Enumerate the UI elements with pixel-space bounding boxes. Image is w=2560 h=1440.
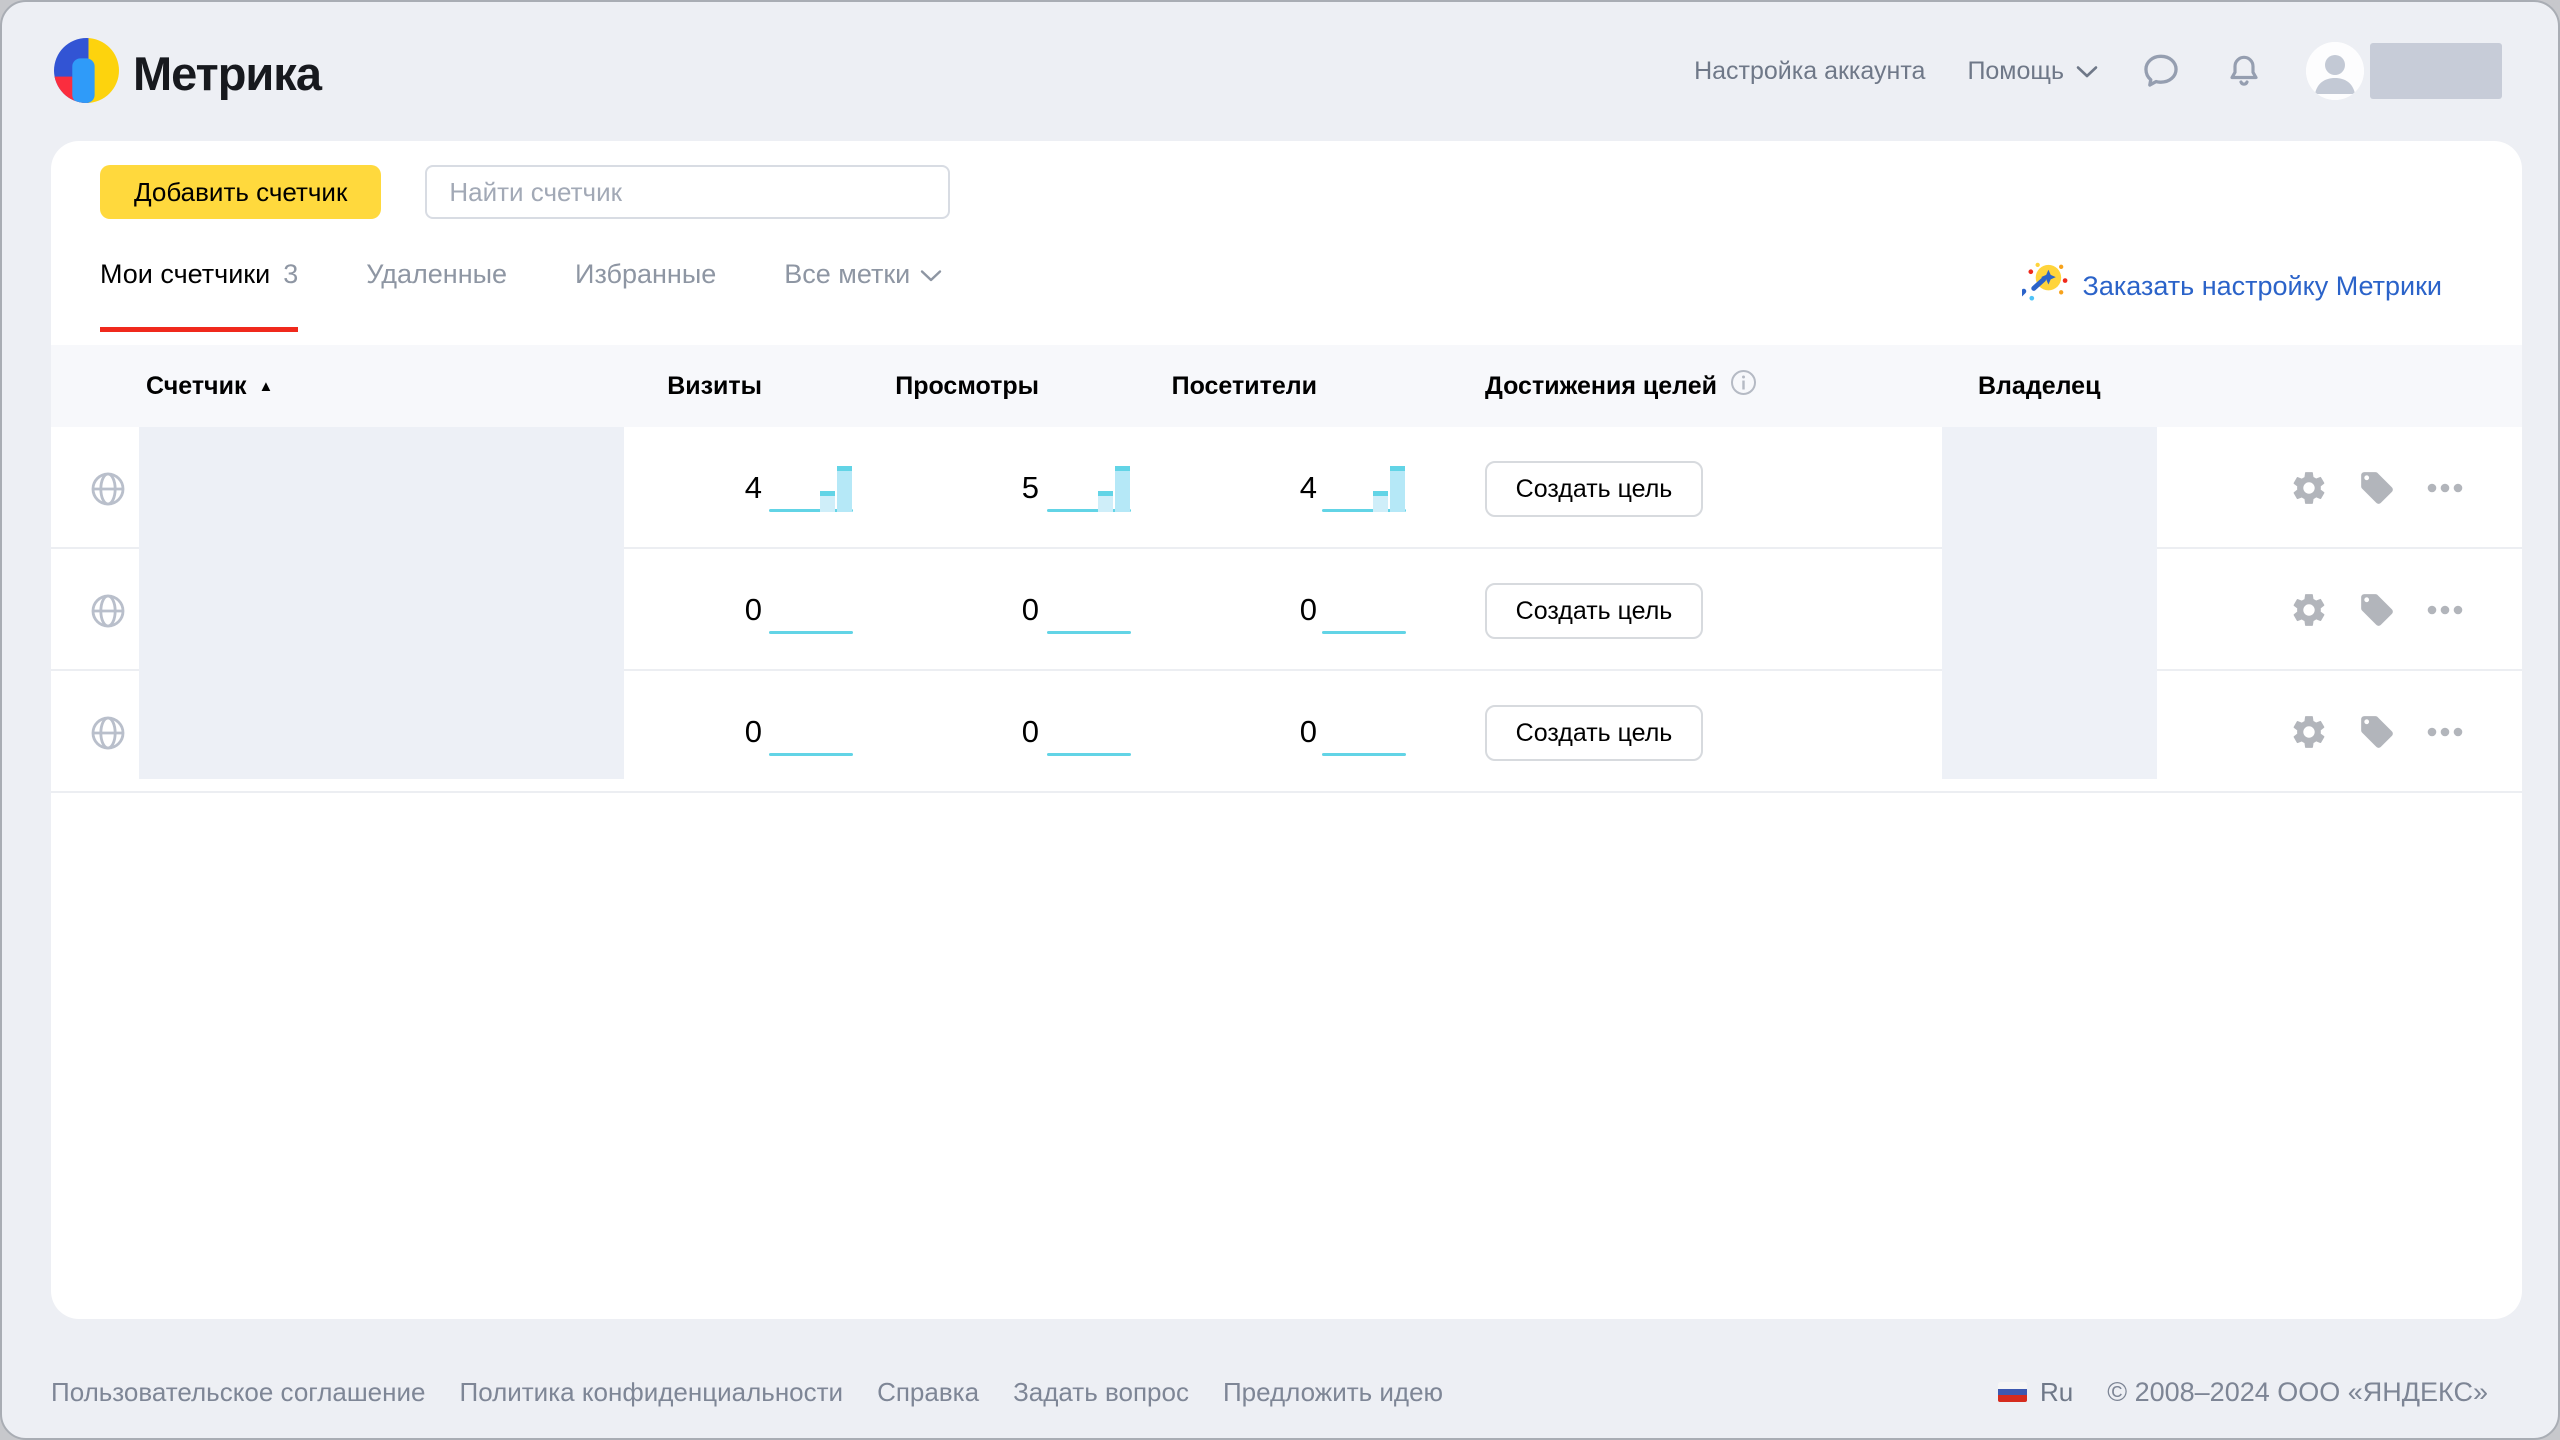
footer-link-privacy[interactable]: Политика конфиденциальности xyxy=(460,1377,844,1408)
column-counter-label: Счетчик xyxy=(146,372,246,401)
order-setup-label: Заказать настройку Метрики xyxy=(2083,271,2442,302)
avatar xyxy=(2306,42,2364,100)
visits-sparkline xyxy=(769,704,853,761)
app-window: Метрика Настройка аккаунта Помощь xyxy=(0,0,2560,1440)
top-bar: Метрика Настройка аккаунта Помощь xyxy=(2,2,2558,140)
views-value: 5 xyxy=(1022,470,1039,506)
language-label: Ru xyxy=(2040,1377,2073,1408)
visitors-sparkline xyxy=(1322,704,1406,761)
labels-filter-label: Все метки xyxy=(784,259,910,290)
views-sparkline xyxy=(1047,460,1131,517)
language-switcher[interactable]: Ru xyxy=(1998,1377,2073,1408)
footer-right: Ru © 2008–2024 ООО «ЯНДЕКС» xyxy=(1998,1377,2488,1408)
visits-sparkline xyxy=(769,582,853,639)
tab-favorites[interactable]: Избранные xyxy=(575,259,716,332)
footer-link-ask-question[interactable]: Задать вопрос xyxy=(1013,1377,1189,1408)
views-value: 0 xyxy=(1022,592,1039,628)
chevron-down-icon xyxy=(920,259,942,290)
russia-flag-icon xyxy=(1998,1382,2027,1402)
visitors-value: 0 xyxy=(1300,592,1317,628)
globe-icon xyxy=(88,469,128,514)
user-account[interactable] xyxy=(2306,42,2502,100)
add-counter-button[interactable]: Добавить счетчик xyxy=(100,165,381,219)
brand-title: Метрика xyxy=(133,46,321,101)
counter-name-redacted xyxy=(139,427,624,779)
column-counter-sort[interactable]: Счетчик ▲ xyxy=(146,345,273,427)
owner-redacted xyxy=(1942,427,2157,779)
visits-value: 0 xyxy=(745,714,762,750)
tab-my-counters-label: Мои счетчики xyxy=(100,259,270,290)
table-body: 4 5 4 Создать цель xyxy=(51,427,2522,793)
copyright: © 2008–2024 ООО «ЯНДЕКС» xyxy=(2107,1377,2488,1408)
counters-toolbar: Добавить счетчик xyxy=(100,165,950,219)
column-visits: Визиты xyxy=(667,345,762,427)
globe-icon xyxy=(88,591,128,636)
column-goals-label: Достижения целей xyxy=(1485,372,1717,401)
more-actions-icon[interactable] xyxy=(2425,604,2465,616)
nav-help-menu[interactable]: Помощь xyxy=(1967,57,2098,86)
more-actions-icon[interactable] xyxy=(2425,726,2465,738)
footer: Пользовательское соглашение Политика кон… xyxy=(2,1346,2558,1438)
footer-link-help[interactable]: Справка xyxy=(877,1377,979,1408)
chat-icon[interactable] xyxy=(2140,50,2182,92)
column-owner: Владелец xyxy=(1978,345,2100,427)
visitors-value: 0 xyxy=(1300,714,1317,750)
more-actions-icon[interactable] xyxy=(2425,482,2465,494)
create-goal-button[interactable]: Создать цель xyxy=(1485,461,1703,517)
column-views: Просмотры xyxy=(895,345,1039,427)
settings-gear-icon[interactable] xyxy=(2289,713,2329,751)
tabs-row: Мои счетчики 3 Удаленные Избранные Все м… xyxy=(100,259,2442,349)
labels-filter-dropdown[interactable]: Все метки xyxy=(784,259,942,332)
visits-value: 4 xyxy=(745,470,762,506)
chevron-down-icon xyxy=(2076,57,2098,86)
visits-value: 0 xyxy=(745,592,762,628)
create-goal-button[interactable]: Создать цель xyxy=(1485,583,1703,639)
search-counter-input[interactable] xyxy=(425,165,950,219)
sort-asc-icon: ▲ xyxy=(258,378,273,395)
footer-link-suggest-idea[interactable]: Предложить идею xyxy=(1223,1377,1443,1408)
metrika-logo-icon xyxy=(54,38,119,108)
column-visitors: Посетители xyxy=(1172,345,1317,427)
order-setup-link[interactable]: Заказать настройку Метрики xyxy=(2022,259,2442,313)
row-actions xyxy=(2289,549,2465,671)
tab-deleted[interactable]: Удаленные xyxy=(366,259,507,332)
tag-icon[interactable] xyxy=(2357,469,2397,507)
visitors-value: 4 xyxy=(1300,470,1317,506)
globe-icon xyxy=(88,713,128,758)
info-icon[interactable] xyxy=(1730,369,1757,403)
settings-gear-icon[interactable] xyxy=(2289,591,2329,629)
counters-card: Добавить счетчик Мои счетчики 3 Удаленны… xyxy=(51,141,2522,1319)
visitors-sparkline xyxy=(1322,582,1406,639)
top-nav: Настройка аккаунта Помощь xyxy=(1694,2,2502,140)
settings-gear-icon[interactable] xyxy=(2289,469,2329,507)
username-redacted xyxy=(2370,43,2502,99)
footer-link-terms[interactable]: Пользовательское соглашение xyxy=(51,1377,426,1408)
column-goals: Достижения целей xyxy=(1485,345,1757,427)
tab-my-counters-count: 3 xyxy=(283,259,298,290)
tag-icon[interactable] xyxy=(2357,591,2397,629)
views-sparkline xyxy=(1047,704,1131,761)
row-actions xyxy=(2289,427,2465,549)
nav-help-label: Помощь xyxy=(1967,57,2064,86)
nav-account-settings[interactable]: Настройка аккаунта xyxy=(1694,57,1925,86)
tab-my-counters[interactable]: Мои счетчики 3 xyxy=(100,259,298,332)
magic-wand-icon xyxy=(2022,259,2069,313)
table-header: Счетчик ▲ Визиты Просмотры Посетители До… xyxy=(51,345,2522,427)
footer-links: Пользовательское соглашение Политика кон… xyxy=(51,1377,1443,1408)
create-goal-button[interactable]: Создать цель xyxy=(1485,705,1703,761)
visits-sparkline xyxy=(769,460,853,517)
views-value: 0 xyxy=(1022,714,1039,750)
brand-home-link[interactable]: Метрика xyxy=(54,38,321,108)
row-actions xyxy=(2289,671,2465,793)
tag-icon[interactable] xyxy=(2357,713,2397,751)
visitors-sparkline xyxy=(1322,460,1406,517)
notifications-bell-icon[interactable] xyxy=(2224,50,2264,92)
views-sparkline xyxy=(1047,582,1131,639)
